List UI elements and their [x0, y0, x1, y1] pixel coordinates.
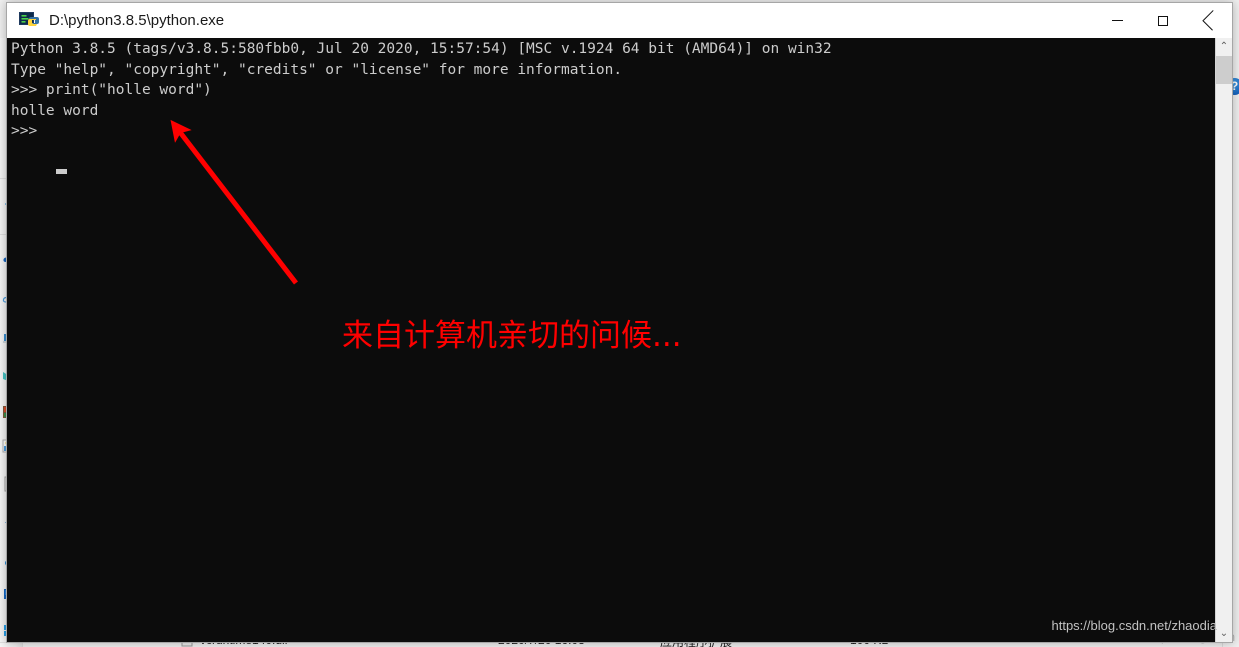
scrollbar-down-arrow-icon[interactable]: ⌄ — [1216, 625, 1232, 642]
maximize-button[interactable] — [1140, 3, 1186, 38]
python-console-icon — [19, 11, 39, 30]
console-output-area[interactable]: Python 3.8.5 (tags/v3.8.5:580fbb0, Jul 2… — [7, 38, 1232, 642]
minimize-icon — [1111, 20, 1123, 21]
minimize-button[interactable] — [1094, 3, 1140, 38]
console-cursor — [56, 169, 67, 174]
python-console-window: D:\python3.8.5\python.exe Python 3.8.5 (… — [6, 2, 1233, 643]
close-button[interactable] — [1186, 3, 1232, 38]
close-icon — [1203, 15, 1215, 27]
console-text: Python 3.8.5 (tags/v3.8.5:580fbb0, Jul 2… — [11, 41, 832, 140]
window-controls — [1094, 3, 1232, 38]
maximize-icon — [1158, 15, 1168, 26]
scrollbar-up-arrow-icon[interactable]: ⌃ — [1216, 38, 1232, 55]
window-titlebar[interactable]: D:\python3.8.5\python.exe — [7, 3, 1232, 38]
window-title: D:\python3.8.5\python.exe — [49, 12, 225, 29]
console-scrollbar[interactable]: ⌃ ⌄ — [1215, 38, 1232, 642]
scrollbar-thumb[interactable] — [1216, 56, 1232, 84]
